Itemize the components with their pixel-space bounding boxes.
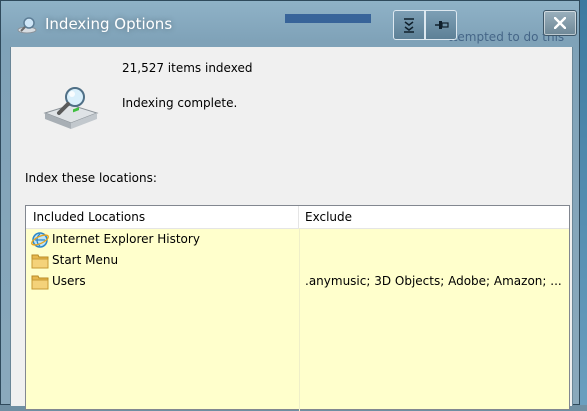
indexing-status: Indexing complete. bbox=[122, 96, 238, 110]
folder-icon bbox=[31, 254, 49, 269]
list-item-internet-explorer-history[interactable]: Internet Explorer History bbox=[26, 229, 569, 250]
background-window-bar bbox=[285, 14, 371, 23]
overlay-minimize-button[interactable] bbox=[393, 10, 425, 40]
list-header: Included Locations Exclude bbox=[26, 206, 569, 229]
internet-explorer-icon bbox=[31, 232, 49, 248]
drive-search-icon bbox=[43, 87, 99, 129]
title-bar[interactable]: ttempted to do this Indexing Options bbox=[1, 1, 579, 47]
window-title: Indexing Options bbox=[45, 15, 173, 33]
close-button[interactable] bbox=[543, 10, 577, 36]
column-header-exclude[interactable]: Exclude bbox=[299, 206, 569, 228]
close-icon bbox=[554, 17, 566, 29]
index-locations-label: Index these locations: bbox=[25, 171, 157, 185]
column-header-included[interactable]: Included Locations bbox=[26, 206, 299, 228]
dialog-body: 21,527 items indexed Indexing complete. … bbox=[10, 47, 573, 411]
desktop-background bbox=[579, 0, 587, 405]
items-indexed-count: 21,527 items indexed bbox=[122, 61, 253, 75]
pin-icon bbox=[435, 21, 449, 29]
locations-list[interactable]: Included Locations Exclude Internet Expl… bbox=[25, 205, 570, 411]
folder-icon bbox=[31, 275, 49, 290]
location-exclude: .anymusic; 3D Objects; Adobe; Amazon; ..… bbox=[305, 274, 562, 288]
location-name: Start Menu bbox=[52, 253, 119, 267]
indexing-options-window: ttempted to do this Indexing Options 21,… bbox=[0, 0, 580, 411]
collapse-icon bbox=[404, 18, 414, 33]
overlay-pin-button[interactable] bbox=[425, 10, 457, 40]
indexing-options-icon bbox=[17, 17, 37, 34]
list-item-users[interactable]: Users .anymusic; 3D Objects; Adobe; Amaz… bbox=[26, 271, 569, 292]
list-item-start-menu[interactable]: Start Menu bbox=[26, 250, 569, 271]
location-name: Internet Explorer History bbox=[52, 232, 200, 246]
location-name: Users bbox=[52, 274, 86, 288]
